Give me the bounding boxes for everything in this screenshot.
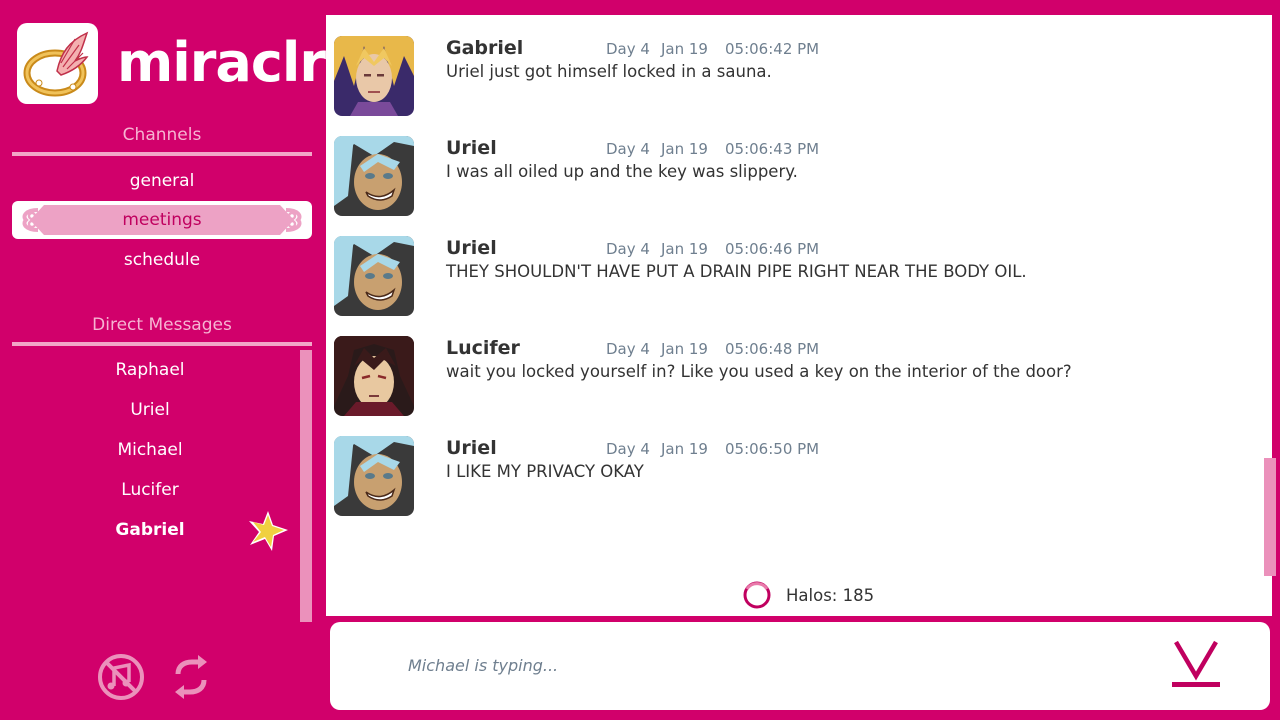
dm-label: Lucifer — [121, 480, 179, 500]
message-date: Jan 19 — [661, 340, 708, 358]
message-day: Day 4 — [606, 340, 650, 358]
gabriel-avatar — [334, 36, 414, 116]
halo-icon — [743, 581, 771, 609]
message-row: Uriel Day 4 Jan 19 05:06:46 PM THEY SHOU… — [326, 236, 1256, 318]
channel-label: meetings — [122, 210, 202, 230]
message-text: I was all oiled up and the key was slipp… — [446, 162, 798, 181]
message-time: 05:06:46 PM — [725, 240, 820, 258]
message-time: 05:06:48 PM — [725, 340, 820, 358]
channels-heading: Channels — [122, 125, 202, 145]
message-day: Day 4 — [606, 40, 650, 58]
message-row: Gabriel Day 4 Jan 19 05:06:42 PM Uriel j… — [326, 36, 1256, 118]
dm-divider — [12, 342, 312, 346]
message-day: Day 4 — [606, 240, 650, 258]
left-swirl-ornament-icon — [22, 208, 39, 232]
music-off-icon[interactable] — [96, 652, 146, 702]
channel-label: general — [129, 171, 195, 191]
message-author: Uriel — [446, 137, 497, 159]
dm-label: Uriel — [130, 400, 170, 420]
chat-panel: Gabriel Day 4 Jan 19 05:06:42 PM Uriel j… — [326, 15, 1272, 616]
message-author: Uriel — [446, 237, 497, 259]
message-text: wait you locked yourself in? Like you us… — [446, 362, 1072, 381]
halos-label: Halos: 185 — [786, 586, 875, 605]
message-date: Jan 19 — [661, 440, 708, 458]
dm-label: Gabriel — [115, 520, 185, 540]
dm-heading: Direct Messages — [92, 315, 232, 335]
message-text: I LIKE MY PRIVACY OKAY — [446, 462, 644, 481]
uriel-avatar — [334, 136, 414, 216]
message-time: 05:06:43 PM — [725, 140, 820, 158]
channels-divider — [12, 152, 312, 156]
message-input-bar[interactable]: Michael is typing... — [330, 622, 1270, 710]
message-author: Gabriel — [446, 37, 524, 59]
send-icon[interactable] — [1170, 638, 1222, 690]
star-icon — [249, 511, 288, 551]
channel-meetings[interactable]: meetings — [12, 201, 312, 239]
channel-general[interactable]: general — [12, 162, 312, 200]
channel-label: schedule — [123, 250, 201, 270]
dm-label: Raphael — [115, 360, 185, 380]
dm-label: Michael — [117, 440, 183, 460]
app-title: miraclr — [117, 31, 326, 94]
message-row: Lucifer Day 4 Jan 19 05:06:48 PM wait yo… — [326, 336, 1256, 418]
message-author: Uriel — [446, 437, 497, 459]
right-swirl-ornament-icon — [285, 208, 302, 232]
uriel-avatar — [334, 436, 414, 516]
message-day: Day 4 — [606, 440, 650, 458]
dm-item-uriel[interactable]: Uriel — [0, 391, 300, 429]
message-date: Jan 19 — [661, 140, 708, 158]
refresh-icon[interactable] — [166, 652, 216, 702]
channel-schedule[interactable]: schedule — [12, 241, 312, 279]
dm-item-raphael[interactable]: Raphael — [0, 351, 300, 389]
message-row: Uriel Day 4 Jan 19 05:06:50 PM I LIKE MY… — [326, 436, 1256, 518]
sidebar: miraclr Channels general meetings schedu… — [0, 0, 326, 720]
message-date: Jan 19 — [661, 40, 708, 58]
dm-item-lucifer[interactable]: Lucifer — [0, 471, 300, 509]
dm-scrollbar[interactable] — [300, 350, 312, 622]
uriel-avatar — [334, 236, 414, 316]
message-text: THEY SHOULDN'T HAVE PUT A DRAIN PIPE RIG… — [446, 262, 1027, 281]
message-time: 05:06:42 PM — [725, 40, 820, 58]
message-text: Uriel just got himself locked in a sauna… — [446, 62, 772, 81]
message-time: 05:06:50 PM — [725, 440, 820, 458]
lucifer-avatar — [334, 336, 414, 416]
message-date: Jan 19 — [661, 240, 708, 258]
typing-indicator: Michael is typing... — [408, 656, 559, 675]
message-author: Lucifer — [446, 337, 520, 359]
message-day: Day 4 — [606, 140, 650, 158]
dm-item-michael[interactable]: Michael — [0, 431, 300, 469]
chat-scrollbar[interactable] — [1264, 458, 1276, 576]
app-logo — [17, 23, 98, 104]
message-row: Uriel Day 4 Jan 19 05:06:43 PM I was all… — [326, 136, 1256, 218]
